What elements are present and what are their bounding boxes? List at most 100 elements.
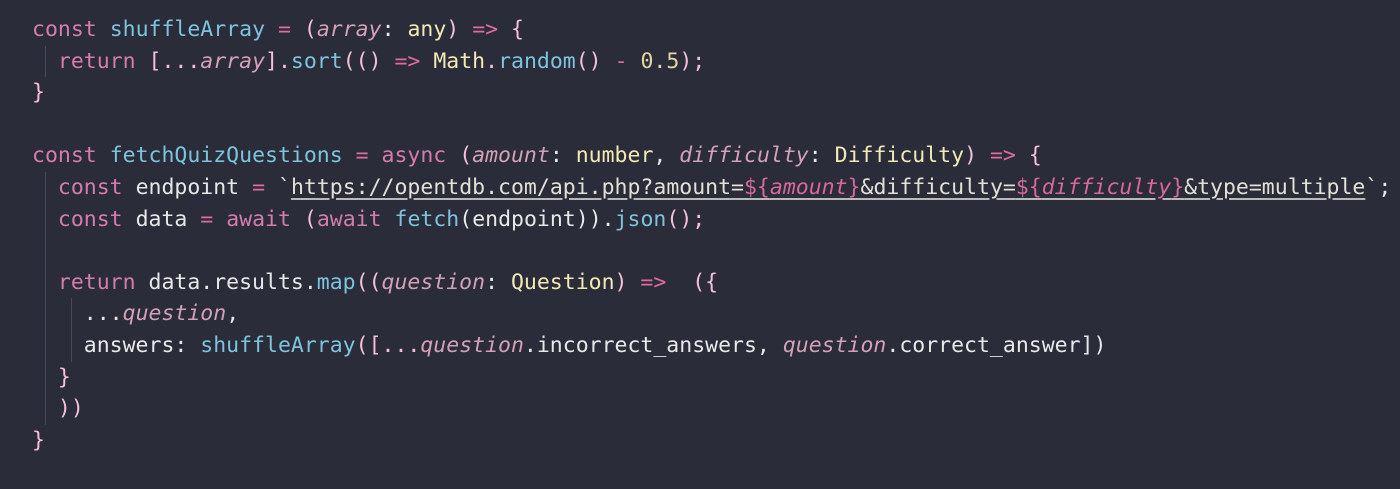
indent-guide bbox=[45, 393, 46, 425]
number-literal: 0.5 bbox=[640, 48, 680, 74]
template-interpolation-open: ${ bbox=[743, 174, 770, 200]
punctuation: (); bbox=[666, 206, 706, 232]
parameter: array bbox=[316, 17, 382, 42]
indent-guide bbox=[71, 298, 72, 330]
keyword-return: return bbox=[57, 269, 136, 295]
indent-guide bbox=[45, 361, 46, 394]
parameter: question bbox=[782, 332, 887, 358]
code-line-12: } bbox=[32, 361, 1391, 394]
punctuation: : bbox=[549, 143, 576, 169]
variable-name: endpoint bbox=[135, 174, 240, 200]
code-line-13: )) bbox=[32, 393, 1391, 425]
punctuation: [... bbox=[135, 48, 201, 74]
keyword-await: await bbox=[226, 206, 291, 232]
punctuation: (( bbox=[355, 269, 382, 295]
punctuation: ]. bbox=[265, 48, 291, 74]
code-line-6: const endpoint = `https://opentdb.com/ap… bbox=[32, 171, 1392, 204]
code-line-7: const data = await (await fetch(endpoint… bbox=[32, 203, 1391, 236]
punctuation: ([... bbox=[355, 332, 421, 358]
arrow-operator: => bbox=[459, 17, 512, 42]
code-editor[interactable]: const shuffleArray = (array: any) => { r… bbox=[0, 0, 1400, 489]
template-interpolation-open: ${ bbox=[1015, 174, 1042, 200]
punctuation: ( bbox=[303, 17, 317, 42]
template-backtick: ` bbox=[277, 174, 291, 200]
indent-guide bbox=[45, 171, 46, 204]
template-interpolation-close: } bbox=[847, 174, 861, 200]
spread-operator: ... bbox=[83, 301, 123, 327]
template-variable: amount bbox=[769, 174, 848, 200]
indent-guide bbox=[45, 235, 46, 267]
keyword-const: const bbox=[32, 143, 97, 169]
punctuation: ) bbox=[964, 143, 978, 169]
url-string[interactable]: &difficulty= bbox=[861, 175, 1016, 200]
parameter: question bbox=[381, 269, 486, 295]
template-variable: difficulty bbox=[1041, 174, 1172, 200]
object-key: answers bbox=[83, 332, 175, 358]
function-name: fetchQuizQuestions bbox=[109, 143, 343, 169]
keyword-const: const bbox=[57, 206, 123, 232]
brace: } bbox=[32, 80, 45, 106]
operator: = bbox=[239, 174, 278, 200]
code-line-5: const fetchQuizQuestions = async (amount… bbox=[32, 140, 1391, 172]
keyword-async: async bbox=[381, 143, 447, 169]
punctuation: , bbox=[653, 143, 680, 169]
code-line-11: answers: shuffleArray([...question.incor… bbox=[32, 329, 1391, 362]
template-backtick: ` bbox=[1365, 174, 1379, 200]
operator: - bbox=[614, 48, 628, 74]
arrow-operator: => bbox=[394, 48, 421, 74]
parameter: difficulty bbox=[679, 143, 809, 169]
type-name: number bbox=[575, 143, 654, 169]
method-name: json bbox=[614, 206, 667, 232]
variable-name: data bbox=[135, 206, 188, 232]
punctuation: () bbox=[575, 48, 615, 74]
punctuation: , bbox=[226, 301, 240, 327]
punctuation: )) bbox=[57, 396, 84, 422]
indent-guide bbox=[45, 329, 46, 362]
class-name: Math bbox=[433, 48, 486, 74]
punctuation: ) bbox=[614, 269, 641, 295]
semicolon: ; bbox=[1378, 174, 1392, 200]
punctuation: : bbox=[174, 332, 201, 358]
url-string[interactable]: &type=multiple bbox=[1184, 175, 1365, 200]
keyword-const: const bbox=[32, 17, 97, 42]
indent-guide bbox=[45, 203, 46, 236]
property-access: .incorrect_answers, bbox=[523, 332, 783, 358]
punctuation: ( bbox=[290, 206, 317, 232]
property-access: data.results. bbox=[135, 269, 317, 295]
keyword-await: await bbox=[316, 206, 382, 232]
code-line-14: } bbox=[32, 425, 1391, 457]
method-name: random bbox=[498, 48, 576, 74]
code-line-1: const shuffleArray = (array: any) => { bbox=[32, 14, 1391, 46]
url-string[interactable]: https://opentdb.com/api.php?amount= bbox=[291, 175, 744, 200]
code-line-10: ...question, bbox=[32, 298, 1391, 330]
indent-guide bbox=[45, 298, 46, 330]
parameter: amount bbox=[472, 143, 550, 169]
punctuation: ) bbox=[446, 17, 460, 42]
function-name: shuffleArray bbox=[200, 332, 356, 358]
indent-guide bbox=[45, 45, 46, 78]
punctuation: ( bbox=[446, 143, 473, 169]
arrow-operator: => bbox=[977, 143, 1029, 169]
arrow-operator: => bbox=[640, 269, 667, 295]
operator: = bbox=[342, 143, 382, 169]
punctuation: : bbox=[485, 269, 511, 295]
type-name: Difficulty bbox=[834, 143, 965, 169]
brace: { bbox=[511, 17, 524, 42]
property-access: .correct_answer]) bbox=[886, 332, 1107, 358]
operator: = bbox=[187, 206, 227, 232]
brace: } bbox=[57, 364, 71, 390]
code-line-2: return [...array].sort(() => Math.random… bbox=[32, 45, 1391, 78]
punctuation: (endpoint)). bbox=[459, 206, 615, 232]
punctuation: ); bbox=[679, 48, 706, 74]
brace: } bbox=[32, 427, 45, 453]
operator: = bbox=[265, 17, 304, 42]
parameter: question bbox=[420, 332, 524, 358]
parameter: array bbox=[200, 48, 266, 74]
code-line-9: return data.results.map((question: Quest… bbox=[32, 266, 1391, 299]
